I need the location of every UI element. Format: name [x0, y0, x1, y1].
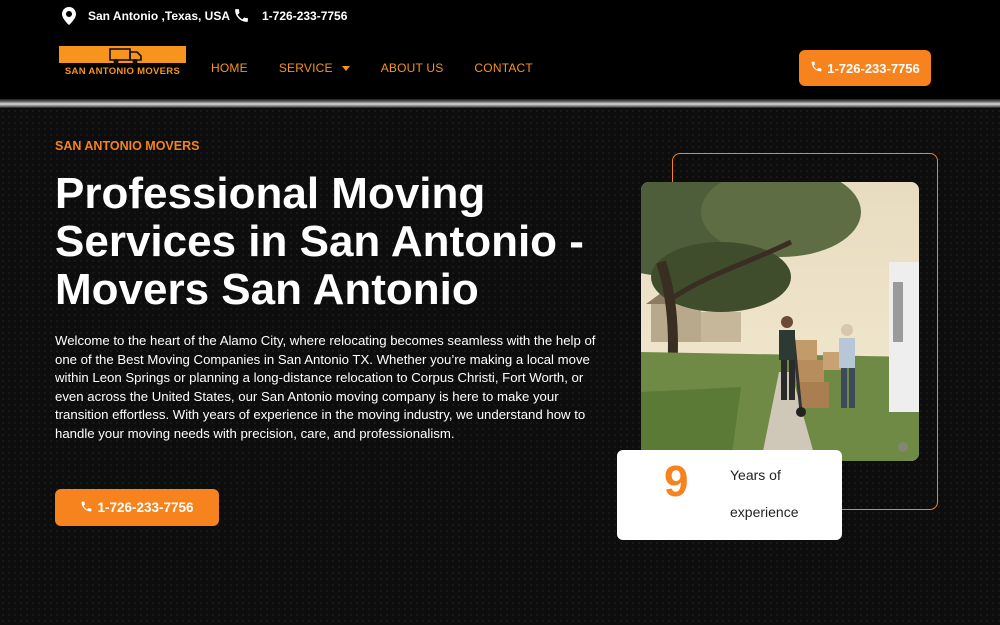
location-info: San Antonio ,Texas, USA — [62, 7, 230, 25]
site-header: SAN ANTONIO MOVERS HOME SERVICE ABOUT US… — [0, 33, 1000, 99]
header-call-button[interactable]: 1-726-233-7756 — [799, 50, 931, 86]
experience-card — [617, 450, 842, 540]
phone-icon — [810, 60, 827, 76]
experience-label-line1: Years of — [730, 467, 781, 483]
top-info-bar: San Antonio ,Texas, USA 1-726-233-7756 — [0, 0, 1000, 33]
main-nav: HOME SERVICE ABOUT US CONTACT — [211, 61, 564, 75]
hero-eyebrow: SAN ANTONIO MOVERS — [55, 139, 200, 153]
experience-label-line2: experience — [730, 504, 799, 520]
header-call-label: 1-726-233-7756 — [827, 60, 920, 76]
hero-call-button[interactable]: 1-726-233-7756 — [55, 489, 219, 526]
experience-number: 9 — [664, 457, 689, 506]
top-phone-text: 1-726-233-7756 — [262, 8, 348, 23]
phone-icon — [233, 7, 250, 24]
hero-photo — [641, 182, 919, 461]
phone-icon — [80, 500, 97, 516]
phone-info[interactable]: 1-726-233-7756 — [233, 7, 347, 24]
nav-home-label: HOME — [211, 61, 248, 75]
chevron-down-icon — [341, 65, 350, 71]
nav-about-us[interactable]: ABOUT US — [381, 61, 444, 75]
logo-text: SAN ANTONIO MOVERS — [64, 66, 181, 77]
hero-call-label: 1-726-233-7756 — [97, 500, 194, 515]
header-divider — [0, 99, 1000, 108]
nav-contact-label: CONTACT — [474, 61, 533, 75]
site-logo[interactable]: SAN ANTONIO MOVERS — [59, 45, 186, 79]
map-pin-icon — [62, 7, 76, 25]
hero-title: Professional Moving Services in San Anto… — [55, 169, 584, 314]
nav-about-label: ABOUT US — [380, 61, 444, 75]
hero-description: Welcome to the heart of the Alamo City, … — [55, 333, 596, 441]
nav-service[interactable]: SERVICE — [279, 61, 350, 75]
nav-service-label: SERVICE — [278, 61, 333, 75]
nav-contact[interactable]: CONTACT — [474, 61, 533, 75]
location-text: San Antonio ,Texas, USA — [88, 9, 231, 23]
nav-home[interactable]: HOME — [211, 61, 248, 75]
